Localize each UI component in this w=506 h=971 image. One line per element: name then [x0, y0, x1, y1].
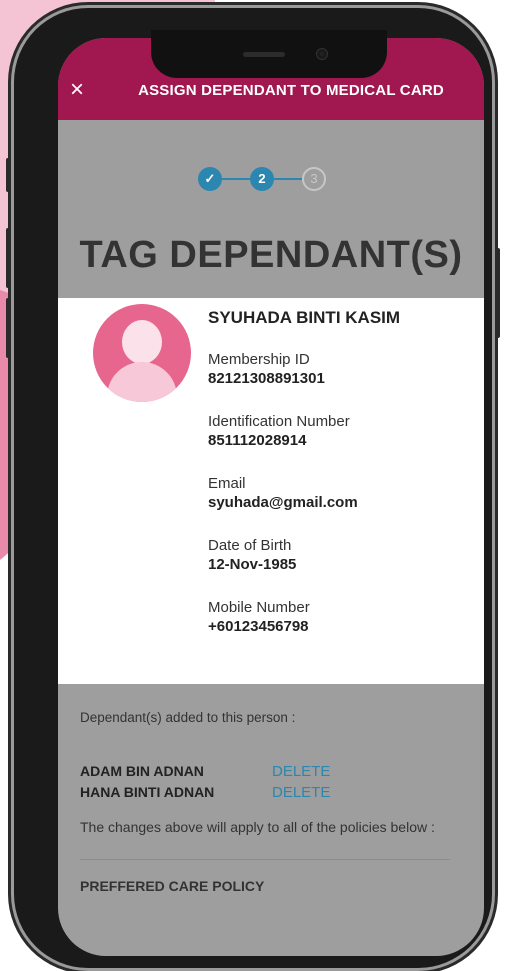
identification-field: Identification Number 851112028914 — [208, 412, 400, 450]
dob-field: Date of Birth 12-Nov-1985 — [208, 536, 400, 574]
step-connector — [222, 178, 250, 180]
list-item: ADAM BIN ADNAN DELETE — [80, 763, 462, 784]
side-button — [6, 228, 11, 288]
dependants-intro: Dependant(s) added to this person : — [80, 710, 296, 725]
mobile-value: +60123456798 — [208, 618, 309, 635]
step-completed-check-icon: ✓ — [198, 167, 222, 191]
page-title: TAG DEPENDANT(S) — [79, 234, 463, 276]
list-item: HANA BINTI ADNAN DELETE — [80, 784, 462, 805]
step-upcoming: 3 — [302, 167, 326, 191]
profile-name: SYUHADA BINTI KASIM — [208, 308, 401, 327]
profile-info: SYUHADA BINTI KASIM Membership ID 821213… — [208, 308, 400, 660]
identification-label: Identification Number — [208, 413, 350, 430]
membership-label: Membership ID — [208, 351, 310, 368]
policy-title: PREFFERED CARE POLICY — [80, 878, 265, 894]
app-screen: × ASSIGN DEPENDANT TO MEDICAL CARD ✓ 2 3… — [58, 38, 484, 956]
delete-dependant-button[interactable]: DELETE — [272, 763, 330, 780]
dependant-name: ADAM BIN ADNAN — [80, 763, 204, 779]
dependants-section: Dependant(s) added to this person : ADAM… — [80, 710, 462, 894]
dob-value: 12-Nov-1985 — [208, 556, 297, 573]
avatar-body — [107, 362, 177, 402]
mobile-field: Mobile Number +60123456798 — [208, 598, 400, 636]
side-button — [6, 298, 11, 358]
avatar-head — [122, 320, 162, 364]
camera-icon — [317, 49, 327, 59]
step-current: 2 — [250, 167, 274, 191]
side-button — [495, 248, 500, 338]
dependants-list: ADAM BIN ADNAN DELETE HANA BINTI ADNAN D… — [80, 763, 462, 805]
header-title: ASSIGN DEPENDANT TO MEDICAL CARD — [138, 82, 444, 99]
progress-stepper: ✓ 2 3 — [198, 167, 338, 191]
speaker-icon — [243, 52, 285, 57]
delete-dependant-button[interactable]: DELETE — [272, 784, 330, 801]
email-label: Email — [208, 475, 246, 492]
close-icon[interactable]: × — [70, 78, 84, 102]
dob-label: Date of Birth — [208, 537, 292, 554]
phone-notch — [151, 30, 387, 78]
membership-value: 82121308891301 — [208, 370, 325, 387]
membership-field: Membership ID 82121308891301 — [208, 350, 400, 388]
step-connector — [274, 178, 302, 180]
identification-value: 851112028914 — [208, 432, 307, 449]
side-button — [6, 158, 11, 192]
phone-frame: × ASSIGN DEPENDANT TO MEDICAL CARD ✓ 2 3… — [6, 8, 500, 968]
profile-card: SYUHADA BINTI KASIM Membership ID 821213… — [58, 298, 484, 684]
divider — [80, 859, 450, 860]
email-field: Email syuhada@gmail.com — [208, 474, 400, 512]
changes-note: The changes above will apply to all of t… — [80, 819, 435, 835]
email-value: syuhada@gmail.com — [208, 494, 358, 511]
mobile-label: Mobile Number — [208, 599, 310, 616]
avatar — [93, 304, 191, 402]
dependant-name: HANA BINTI ADNAN — [80, 784, 215, 800]
